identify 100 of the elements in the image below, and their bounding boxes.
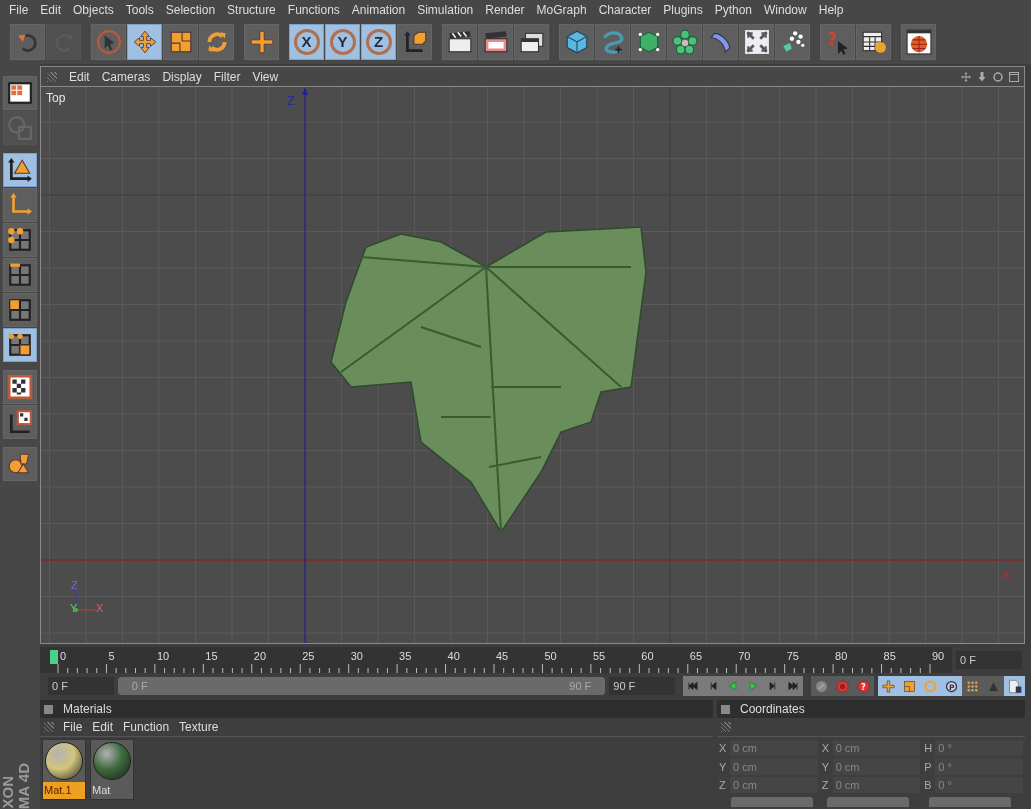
menu-item[interactable]: Filter	[207, 67, 247, 86]
move-cross-icon	[248, 29, 275, 55]
menu-item[interactable]: Function	[118, 718, 175, 736]
menu-item[interactable]: Tools	[119, 1, 160, 19]
axis-label: Y	[719, 759, 728, 775]
tick-label: 40	[447, 649, 460, 664]
range-end-label: 90 F	[569, 679, 592, 694]
tool-button[interactable]	[478, 24, 513, 60]
playhead-marker[interactable]	[50, 650, 58, 664]
material-swatch[interactable]: Mat	[90, 739, 134, 800]
grid-uv-icon	[7, 332, 33, 358]
menu-item[interactable]: Edit	[63, 67, 96, 86]
tick-label: 80	[835, 649, 848, 664]
tool-button[interactable]	[3, 153, 37, 187]
dropdown-control[interactable]	[731, 796, 813, 807]
grid-points-icon	[7, 227, 33, 253]
rotate-icon	[923, 678, 938, 694]
orbit-icon[interactable]	[992, 70, 1004, 83]
move-icon	[131, 29, 158, 55]
axis-label: X	[1002, 567, 1010, 584]
menu-item[interactable]: Plugins	[657, 1, 709, 19]
start-frame-field[interactable]: 0 F	[48, 677, 114, 695]
tick-label: 85	[883, 649, 896, 664]
flower-icon	[671, 29, 698, 55]
axis-label: Z	[821, 778, 830, 793]
menu-item[interactable]: Simulation	[411, 1, 480, 19]
axis-label: X	[96, 601, 104, 616]
axis-triangle-icon	[7, 157, 33, 183]
panel-toggle[interactable]	[721, 704, 730, 714]
menu-item[interactable]: Edit	[87, 718, 119, 736]
drag-handle[interactable]	[721, 722, 731, 732]
drag-handle[interactable]	[47, 71, 57, 82]
menu-item[interactable]: File	[58, 718, 88, 736]
axis-cube-icon	[401, 29, 428, 55]
clapperboard-icon	[446, 29, 473, 55]
cursor-icon	[95, 29, 122, 55]
maximize-icon[interactable]	[1008, 70, 1020, 83]
menu-item[interactable]: Cameras	[95, 67, 157, 86]
menu-item[interactable]: Render	[479, 1, 531, 19]
tick-label: 60	[641, 649, 654, 664]
record-icon	[835, 678, 850, 694]
axis-label: H	[924, 741, 934, 756]
tool-button[interactable]	[3, 328, 37, 362]
tool-button[interactable]	[775, 24, 810, 60]
tool-button[interactable]	[856, 24, 891, 60]
tool-button[interactable]	[3, 370, 37, 404]
menu-item[interactable]: Help	[812, 1, 850, 19]
axis-checker-icon	[7, 409, 33, 435]
tool-button[interactable]	[3, 223, 37, 257]
timeline-ruler[interactable]: 0 5 10 15 20 25 30 35 40 45 50 55 60 65 70 75 80 85 90	[40, 647, 952, 673]
menu-item[interactable]: Selection	[159, 1, 222, 19]
material-swatch[interactable]: Mat.1	[42, 739, 86, 800]
key-tool-button[interactable]	[1004, 676, 1025, 696]
menu-item[interactable]: Structure	[221, 1, 282, 19]
axis-label: Z	[71, 578, 78, 593]
drag-handle[interactable]	[44, 722, 54, 732]
tool-button[interactable]	[3, 76, 37, 110]
menu-item[interactable]: Display	[156, 67, 208, 86]
tool-button[interactable]	[901, 24, 936, 60]
move-view-icon[interactable]	[960, 70, 972, 83]
tick-label: 0	[60, 649, 67, 664]
tick-label: 55	[592, 649, 606, 664]
menu-item[interactable]: Functions	[281, 1, 346, 19]
menu-item[interactable]: Window	[758, 1, 813, 19]
tool-button[interactable]	[739, 24, 774, 60]
menu-item[interactable]: Texture	[174, 718, 224, 736]
tool-button[interactable]	[3, 258, 37, 292]
skip-last-icon	[786, 679, 800, 693]
tick-label: 10	[156, 649, 170, 664]
dropdown-control[interactable]	[929, 796, 1011, 807]
dropdown-control[interactable]	[827, 796, 909, 807]
tool-button[interactable]	[514, 24, 549, 60]
menu-item[interactable]: Animation	[345, 1, 412, 19]
tool-button[interactable]	[3, 293, 37, 327]
frame-field[interactable]: 0 F	[956, 651, 1022, 669]
tool-button[interactable]	[442, 24, 477, 60]
axis-label: Z	[719, 778, 727, 793]
menu-item[interactable]: View	[246, 67, 285, 86]
menu-item[interactable]: Character	[592, 1, 658, 19]
menu-item[interactable]: Edit	[34, 1, 68, 19]
brand-text: XON	[0, 776, 16, 809]
material-name: Mat.1	[43, 782, 85, 799]
menu-item[interactable]: Python	[708, 1, 759, 19]
panel-toggle[interactable]	[44, 704, 53, 714]
menu-item[interactable]: File	[3, 1, 35, 19]
tool-button[interactable]	[3, 405, 37, 439]
document-icon	[1007, 678, 1022, 694]
range-start-label: 0 F	[131, 679, 148, 694]
panel-title: Coordinates	[740, 701, 805, 718]
menu-item[interactable]: MoGraph	[530, 1, 593, 19]
material-name: Mat	[91, 783, 112, 798]
tick-label: 35	[399, 649, 412, 664]
end-frame-field[interactable]: 90 F	[609, 677, 675, 695]
clapperboard-icon	[482, 29, 509, 55]
checker-icon	[7, 374, 33, 400]
tool-button[interactable]	[397, 24, 432, 60]
table-question-icon	[860, 29, 887, 55]
tick-label: 5	[108, 649, 115, 664]
menu-item[interactable]: Objects	[67, 1, 120, 19]
down-arrow-icon[interactable]	[976, 70, 988, 83]
